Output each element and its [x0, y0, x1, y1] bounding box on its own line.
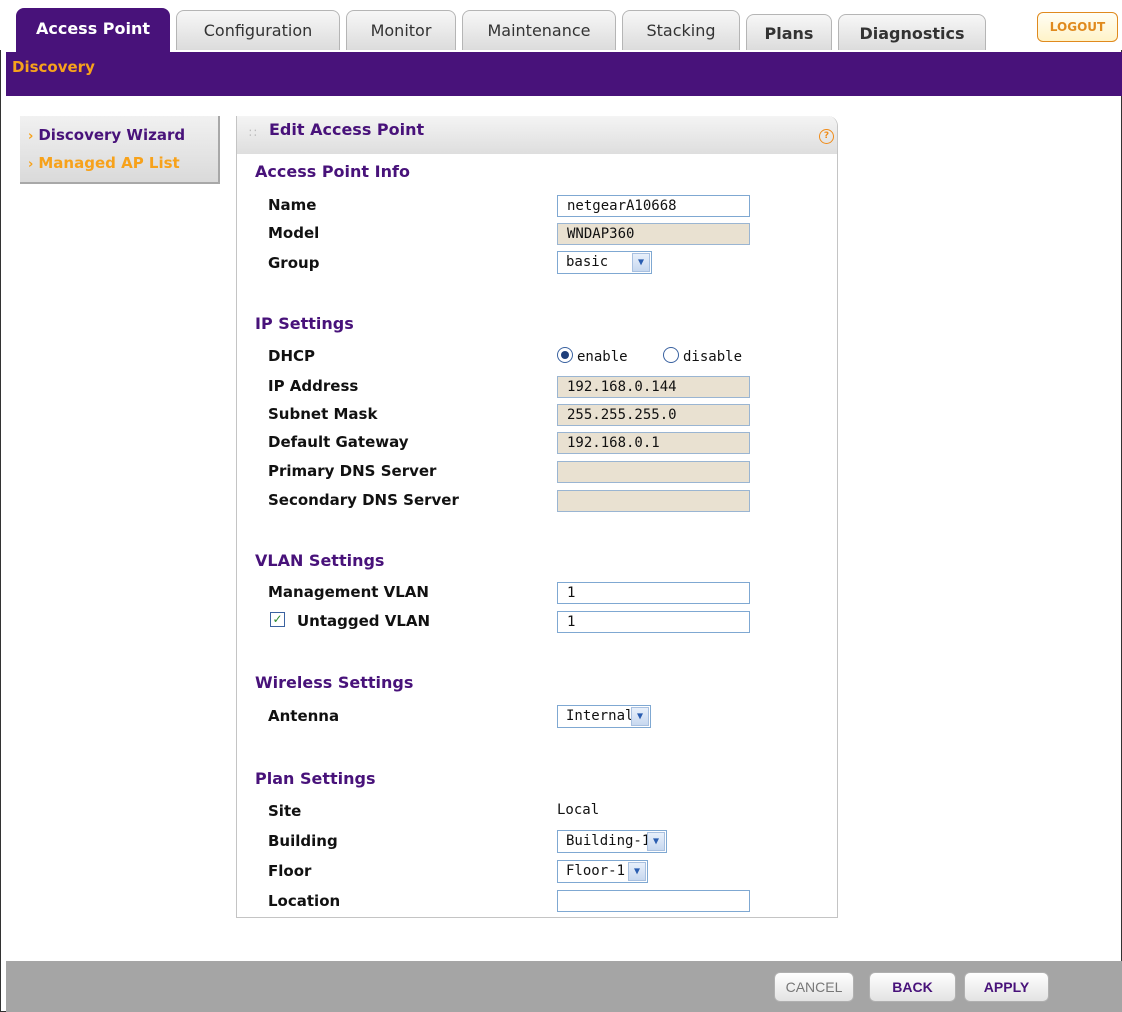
ip-address-label: IP Address: [268, 377, 359, 395]
secondary-dns-label: Secondary DNS Server: [268, 491, 459, 509]
management-vlan-label: Management VLAN: [268, 583, 429, 601]
apply-button[interactable]: APPLY: [964, 972, 1049, 1002]
chevron-right-icon: ›: [28, 129, 34, 144]
tab-access-point[interactable]: Access Point: [16, 8, 170, 52]
checkmark-icon: ✓: [272, 612, 283, 626]
group-label: Group: [268, 254, 320, 272]
section-wireless-settings: Wireless Settings: [255, 673, 414, 692]
primary-dns-field[interactable]: [557, 461, 750, 483]
back-button[interactable]: BACK: [869, 972, 956, 1002]
tab-diagnostics[interactable]: Diagnostics: [838, 14, 986, 50]
chevron-down-icon: ▼: [631, 707, 649, 726]
antenna-label: Antenna: [268, 707, 340, 725]
untagged-vlan-field[interactable]: [557, 611, 750, 633]
location-field[interactable]: [557, 890, 750, 912]
building-label: Building: [268, 832, 338, 850]
chevron-right-icon: ›: [28, 157, 34, 172]
location-label: Location: [268, 892, 341, 910]
site-label: Site: [268, 802, 302, 820]
dhcp-label: DHCP: [268, 347, 316, 365]
default-gateway-field[interactable]: [557, 432, 750, 454]
floor-label: Floor: [268, 862, 312, 880]
site-value: Local: [557, 802, 600, 818]
chevron-down-icon: ▼: [647, 832, 665, 851]
antenna-select-value: Internal: [566, 708, 634, 724]
model-field: [557, 223, 750, 245]
ip-address-field[interactable]: [557, 376, 750, 398]
default-gateway-label: Default Gateway: [268, 433, 409, 451]
section-vlan-settings: VLAN Settings: [255, 551, 385, 570]
model-label: Model: [268, 224, 320, 242]
section-ip-settings: IP Settings: [255, 314, 354, 333]
antenna-select[interactable]: Internal ▼: [557, 705, 651, 728]
logout-button[interactable]: LOGOUT: [1037, 12, 1118, 42]
group-select-value: basic: [566, 254, 609, 270]
building-select[interactable]: Building-1 ▼: [557, 830, 667, 853]
panel-title: Edit Access Point: [269, 120, 425, 139]
chevron-down-icon: ▼: [632, 253, 650, 272]
radio-unselected-icon: [663, 347, 679, 363]
name-field[interactable]: [557, 195, 750, 217]
sidebar-item-discovery-wizard[interactable]: › Discovery Wizard: [28, 126, 185, 144]
sidebar-item-label: Managed AP List: [38, 154, 180, 172]
management-vlan-field[interactable]: [557, 582, 750, 604]
building-select-value: Building-1: [566, 833, 651, 849]
sidebar-item-managed-ap-list[interactable]: › Managed AP List: [28, 154, 180, 172]
dhcp-disable-radio[interactable]: disable: [663, 347, 742, 365]
sidebar-item-label: Discovery Wizard: [38, 126, 186, 144]
floor-select-value: Floor-1: [566, 863, 626, 879]
tab-maintenance[interactable]: Maintenance: [462, 10, 616, 50]
radio-selected-icon: [557, 347, 573, 363]
dhcp-enable-radio[interactable]: enable: [557, 347, 628, 365]
main-tab-bar: Access Point Configuration Monitor Maint…: [0, 0, 1122, 52]
secondary-dns-field[interactable]: [557, 490, 750, 512]
section-plan-settings: Plan Settings: [255, 769, 376, 788]
chevron-down-icon: ▼: [628, 862, 646, 881]
sidebar: › Discovery Wizard › Managed AP List: [20, 116, 220, 184]
tab-monitor[interactable]: Monitor: [346, 10, 456, 50]
panel-header: ∷ Edit Access Point ?: [237, 116, 837, 154]
untagged-vlan-checkbox[interactable]: ✓: [270, 612, 285, 627]
tab-stacking[interactable]: Stacking: [622, 10, 740, 50]
untagged-vlan-label: Untagged VLAN: [297, 612, 431, 630]
group-select[interactable]: basic ▼: [557, 251, 652, 274]
help-icon[interactable]: ?: [819, 129, 834, 144]
subnav-item-discovery[interactable]: Discovery: [12, 58, 95, 76]
subnet-mask-field[interactable]: [557, 404, 750, 426]
dhcp-enable-label: enable: [577, 349, 628, 365]
name-label: Name: [268, 196, 317, 214]
drag-grip-icon: ∷: [249, 126, 257, 140]
subnet-mask-label: Subnet Mask: [268, 405, 378, 423]
primary-dns-label: Primary DNS Server: [268, 462, 437, 480]
tab-plans[interactable]: Plans: [746, 14, 832, 50]
section-access-point-info: Access Point Info: [255, 162, 410, 181]
cancel-button[interactable]: CANCEL: [774, 972, 854, 1002]
floor-select[interactable]: Floor-1 ▼: [557, 860, 648, 883]
dhcp-disable-label: disable: [683, 349, 743, 365]
sub-navigation-bar: Discovery: [6, 52, 1122, 96]
tab-configuration[interactable]: Configuration: [176, 10, 340, 50]
